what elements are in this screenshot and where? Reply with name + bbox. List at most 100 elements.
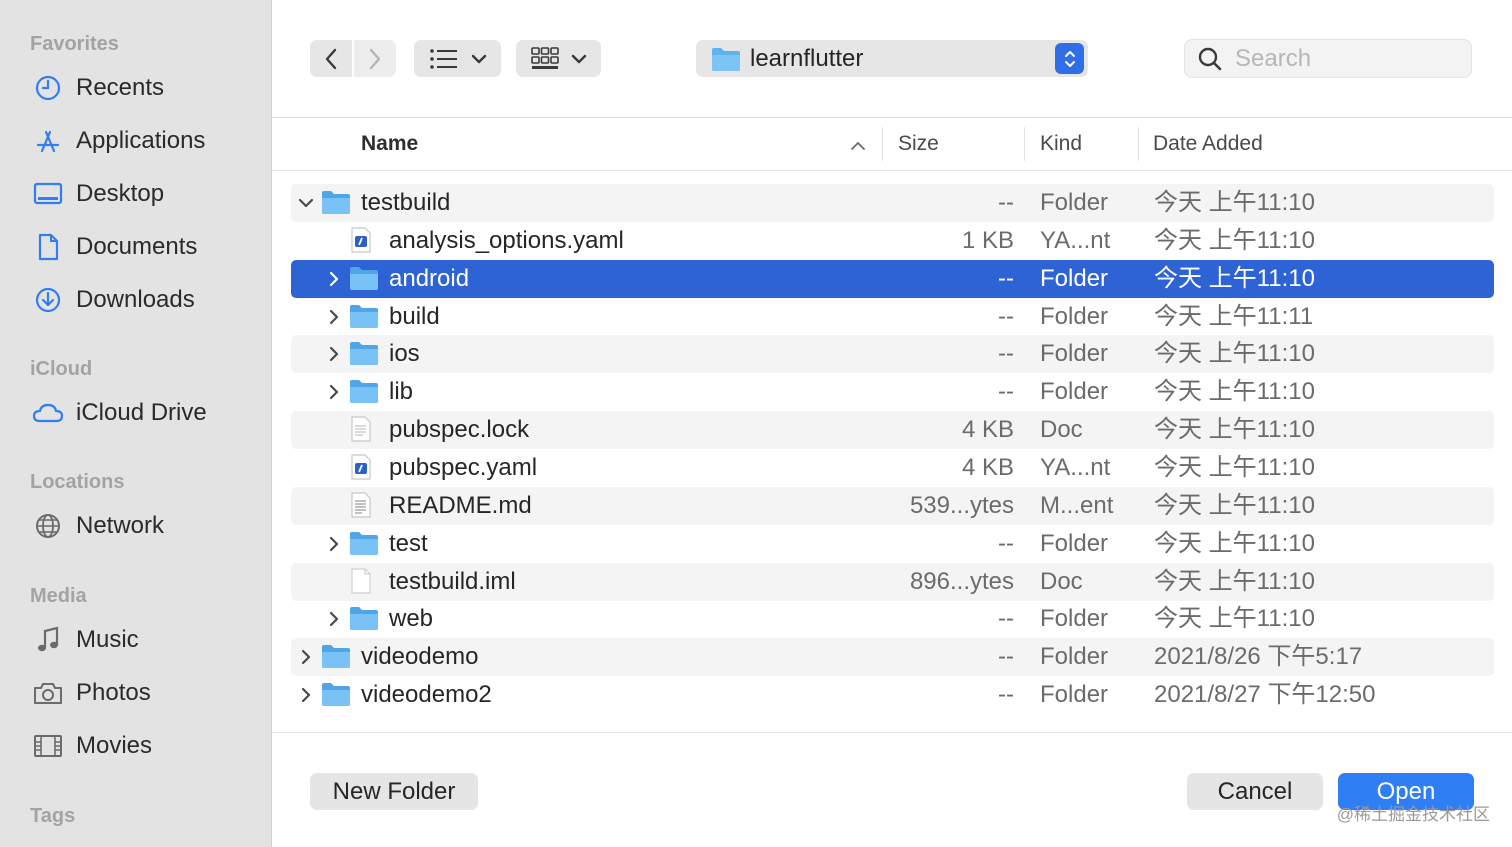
column-divider[interactable] [1024, 127, 1025, 161]
folder-icon [349, 604, 379, 634]
disclosure-collapsed-icon[interactable] [325, 269, 343, 289]
file-row-testbuild-iml[interactable]: testbuild.iml 896...ytes Doc 今天 上午11:10 [291, 562, 1494, 601]
file-size: 4 KB [961, 453, 1014, 481]
sidebar-item-downloads[interactable]: Downloads [30, 280, 260, 320]
name-column-header[interactable]: Name [361, 131, 418, 161]
file-date-added: 2021/8/27 下午12:50 [1154, 681, 1376, 709]
sidebar-item-icloud-drive[interactable]: iCloud Drive [30, 393, 260, 433]
folder-icon [321, 680, 351, 710]
column-divider[interactable] [882, 127, 883, 161]
desktop-icon [30, 176, 66, 212]
file-kind: Folder [1040, 302, 1109, 330]
file-kind: Folder [1040, 264, 1109, 292]
nav-buttons [310, 40, 398, 77]
disclosure-expanded-icon[interactable] [297, 193, 315, 213]
file-kind: Folder [1040, 681, 1109, 709]
file-size: -- [998, 681, 1014, 709]
file-row-videodemo[interactable]: videodemo -- Folder 2021/8/26 下午5:17 [291, 638, 1494, 677]
film-icon [30, 728, 66, 764]
search-input[interactable] [1235, 44, 1455, 73]
sidebar-item-applications[interactable]: Applications [30, 121, 260, 161]
file-row-android[interactable]: android -- Folder 今天 上午11:10 [291, 259, 1494, 298]
column-divider[interactable] [1138, 127, 1139, 161]
file-date-added: 今天 上午11:10 [1154, 491, 1315, 519]
sidebar-section-favorites: Favorites [30, 33, 119, 55]
file-date-added: 今天 上午11:11 [1154, 302, 1314, 330]
file-date-added: 今天 上午11:10 [1154, 378, 1315, 406]
file-name: lib [389, 378, 414, 406]
file-row-pubspec-yaml[interactable]: pubspec.yaml 4 KB YA...nt 今天 上午11:10 [291, 449, 1494, 487]
group-view-button[interactable] [516, 40, 601, 77]
file-size: -- [998, 643, 1014, 671]
file-row-web[interactable]: web -- Folder 今天 上午11:10 [291, 600, 1494, 638]
search-icon [1198, 47, 1222, 70]
file-row-test[interactable]: test -- Folder 今天 上午11:10 [291, 525, 1494, 563]
file-date-added: 今天 上午11:10 [1154, 453, 1315, 481]
chevron-left-icon [325, 48, 337, 69]
disclosure-collapsed-icon[interactable] [325, 609, 343, 629]
kind-column-header[interactable]: Kind [1040, 131, 1082, 161]
file-size: -- [998, 302, 1014, 330]
file-name: pubspec.lock [389, 416, 530, 444]
back-button[interactable] [310, 40, 352, 77]
file-row-lib[interactable]: lib -- Folder 今天 上午11:10 [291, 373, 1494, 411]
disclosure-collapsed-icon[interactable] [297, 647, 315, 667]
search-field[interactable] [1184, 39, 1472, 78]
date-added-column-header[interactable]: Date Added [1153, 131, 1263, 161]
file-date-added: 今天 上午11:10 [1154, 605, 1315, 633]
file-row-ios[interactable]: ios -- Folder 今天 上午11:10 [291, 335, 1494, 374]
document-icon [30, 229, 66, 265]
chevron-down-icon [571, 54, 586, 63]
disclosure-collapsed-icon[interactable] [297, 685, 315, 705]
sidebar-item-label: Applications [76, 127, 206, 154]
sidebar-item-movies[interactable]: Movies [30, 726, 260, 766]
sidebar-item-network[interactable]: Network [30, 506, 260, 546]
disclosure-collapsed-icon[interactable] [325, 534, 343, 554]
watermark: @稀土掘金技术社区 [1336, 805, 1490, 824]
location-popup[interactable]: learnflutter [696, 40, 1088, 77]
file-row-testbuild[interactable]: testbuild -- Folder 今天 上午11:10 [291, 184, 1494, 222]
folder-icon [712, 47, 740, 71]
column-header: Name Size Kind Date Added [272, 119, 1512, 171]
markdown-file-icon [349, 491, 379, 521]
location-stepper[interactable] [1055, 43, 1084, 74]
sidebar-item-desktop[interactable]: Desktop [30, 174, 260, 214]
file-name: ios [389, 340, 420, 368]
file-row-videodemo2[interactable]: videodemo2 -- Folder 2021/8/27 下午12:50 [291, 676, 1494, 714]
list-view-button[interactable] [414, 40, 501, 77]
sidebar-item-label: Network [76, 512, 165, 539]
sidebar-item-label: Documents [76, 233, 198, 260]
folder-icon [349, 529, 379, 559]
disclosure-collapsed-icon[interactable] [325, 344, 343, 364]
cancel-button[interactable]: Cancel [1187, 773, 1323, 810]
sidebar-item-documents[interactable]: Documents [30, 227, 260, 267]
file-name: test [389, 529, 428, 557]
file-row-readme-md[interactable]: README.md 539...ytes M...ent 今天 上午11:10 [291, 486, 1494, 525]
file-size: -- [998, 340, 1014, 368]
sidebar-item-photos[interactable]: Photos [30, 673, 260, 713]
sidebar: Favorites Recents Applications Desktop D… [0, 0, 272, 847]
file-date-added: 今天 上午11:10 [1154, 340, 1315, 368]
new-folder-button[interactable]: New Folder [310, 773, 478, 810]
file-date-added: 今天 上午11:10 [1154, 189, 1315, 216]
file-row-pubspec-lock[interactable]: pubspec.lock 4 KB Doc 今天 上午11:10 [291, 411, 1494, 450]
file-size: 1 KB [961, 226, 1014, 254]
file-size: -- [998, 605, 1014, 633]
file-name: analysis_options.yaml [389, 226, 624, 254]
file-name: videodemo [361, 643, 479, 671]
file-size: 4 KB [961, 416, 1014, 444]
sidebar-item-music[interactable]: Music [30, 620, 260, 660]
disclosure-collapsed-icon[interactable] [325, 382, 343, 402]
forward-button[interactable] [354, 40, 396, 77]
disclosure-collapsed-icon[interactable] [325, 307, 343, 327]
file-kind: Folder [1040, 340, 1109, 368]
file-row-analysis-options-yaml[interactable]: analysis_options.yaml 1 KB YA...nt 今天 上午… [291, 222, 1494, 260]
file-size: -- [998, 264, 1014, 292]
sidebar-item-label: Downloads [76, 286, 195, 313]
file-list: testbuild -- Folder 今天 上午11:10 analysis_… [272, 172, 1512, 732]
camera-icon [30, 675, 66, 711]
file-name: videodemo2 [361, 681, 492, 709]
sidebar-item-recents[interactable]: Recents [30, 68, 260, 108]
size-column-header[interactable]: Size [898, 131, 939, 161]
file-row-build[interactable]: build -- Folder 今天 上午11:11 [291, 298, 1494, 336]
